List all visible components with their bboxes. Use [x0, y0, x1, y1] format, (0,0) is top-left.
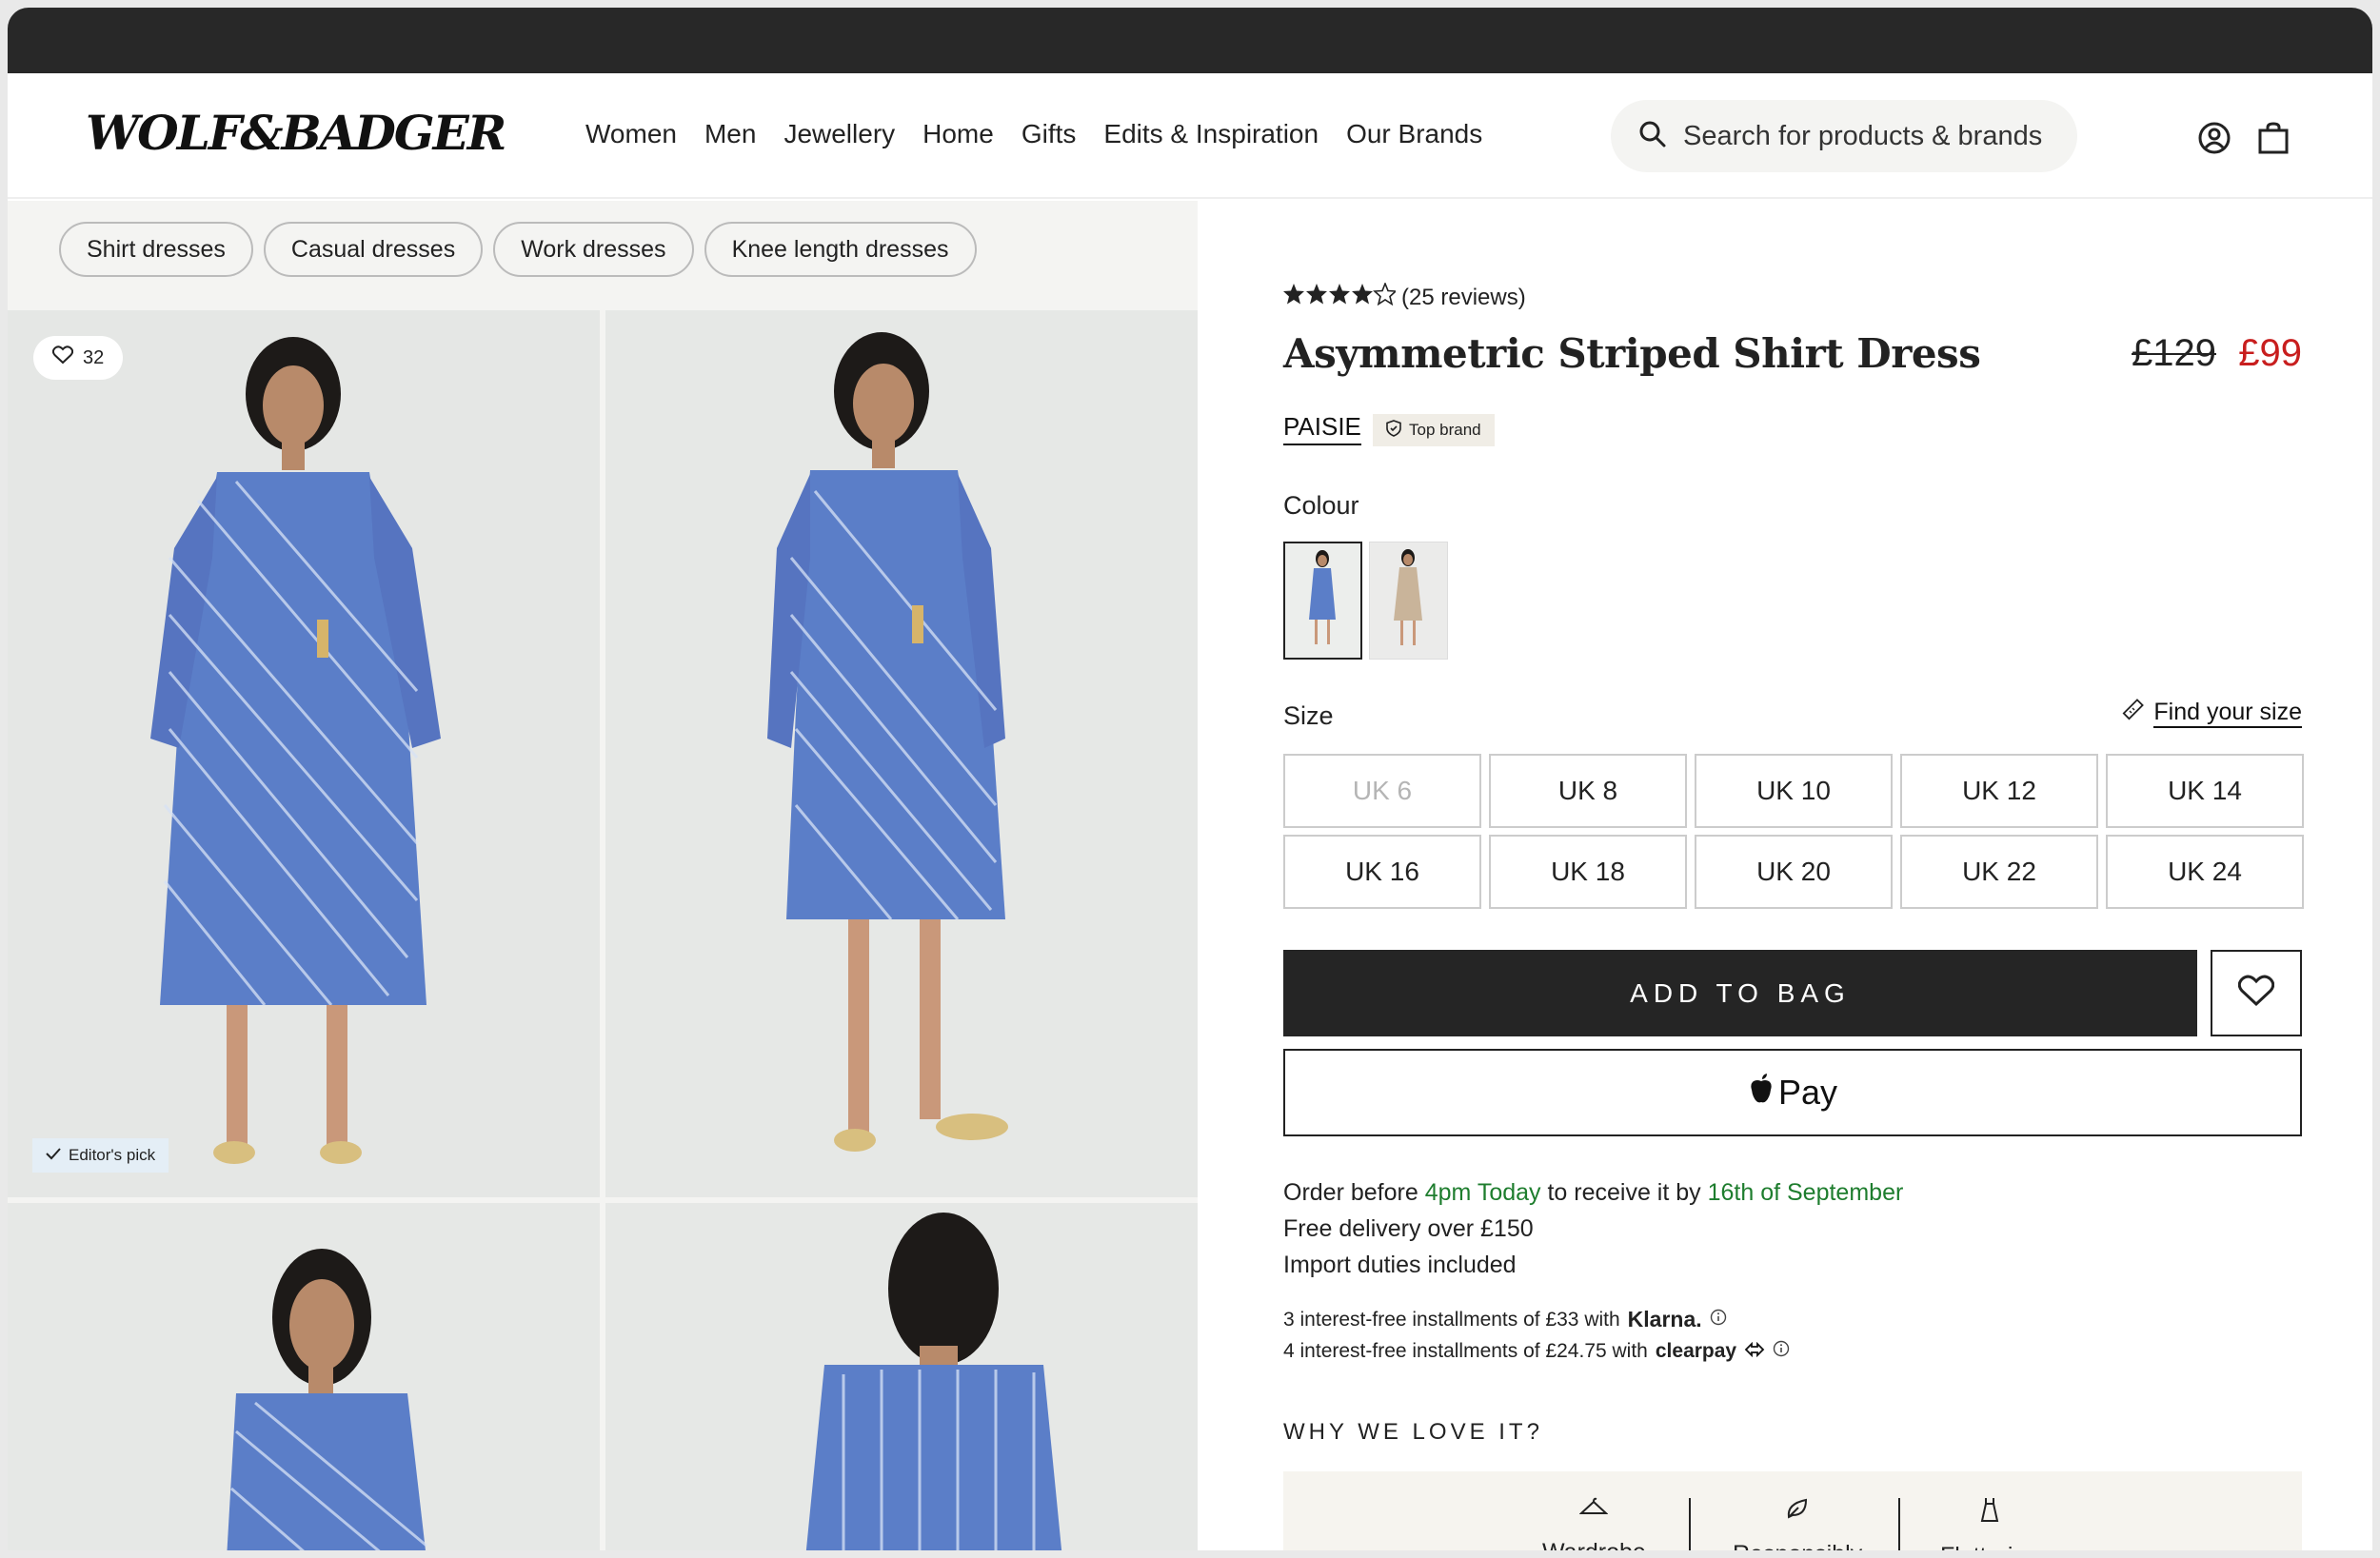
- size-uk-12[interactable]: UK 12: [1900, 754, 2098, 828]
- apple-logo-icon: [1748, 1073, 1775, 1114]
- nav-jewellery[interactable]: Jewellery: [783, 119, 895, 149]
- chip-casual-dresses[interactable]: Casual dresses: [263, 222, 484, 277]
- main-nav: Women Men Jewellery Home Gifts Edits & I…: [585, 119, 1482, 149]
- category-chips: Shirt dresses Casual dresses Work dresse…: [59, 222, 977, 277]
- nav-edits-inspiration[interactable]: Edits & Inspiration: [1103, 119, 1319, 149]
- clearpay-logo: clearpay: [1655, 1340, 1737, 1362]
- clearpay-text: 4 interest-free installments of £24.75 w…: [1283, 1340, 1648, 1362]
- check-icon: [46, 1146, 61, 1165]
- reviews-count[interactable]: (25 reviews): [1401, 285, 1526, 311]
- site-logo[interactable]: WOLF&BADGER: [86, 109, 506, 157]
- nav-women[interactable]: Women: [585, 119, 677, 149]
- editors-pick-label: Editor's pick: [69, 1146, 156, 1164]
- size-uk-24[interactable]: UK 24: [2106, 835, 2304, 909]
- size-uk-20[interactable]: UK 20: [1695, 835, 1893, 909]
- size-label: Size: [1283, 701, 1334, 730]
- import-duties-note: Import duties included: [1283, 1252, 1517, 1278]
- heart-icon: [2237, 975, 2275, 1012]
- product-image-4[interactable]: [605, 1203, 1198, 1550]
- chip-shirt-dresses[interactable]: Shirt dresses: [59, 222, 253, 277]
- size-uk-6[interactable]: UK 6: [1283, 754, 1481, 828]
- find-your-size-label: Find your size: [2153, 699, 2302, 728]
- feature-divider: [1898, 1498, 1900, 1550]
- size-uk-16[interactable]: UK 16: [1283, 835, 1481, 909]
- wishlist-button[interactable]: [2211, 950, 2302, 1036]
- product-image-1[interactable]: 32 Editor's pick: [8, 310, 600, 1197]
- apple-pay-label: Pay: [1777, 1073, 1838, 1112]
- why-we-love-it-panel: Wardrobe Responsibly Flattering: [1283, 1471, 2302, 1550]
- feature-wardrobe: Wardrobe: [1542, 1496, 1646, 1550]
- feature-flattering-label: Flattering: [1940, 1543, 2039, 1550]
- browser-top-bar: [8, 8, 2372, 73]
- product-rating[interactable]: (25 reviews): [1283, 281, 1526, 312]
- favourite-badge[interactable]: 32: [33, 336, 124, 380]
- rating-stars-icon: [1283, 281, 1398, 312]
- delivery-text-b: to receive it by: [1540, 1179, 1708, 1206]
- search-icon: [1637, 119, 1668, 154]
- info-icon[interactable]: [1773, 1340, 1790, 1363]
- brand-link[interactable]: PAISIE: [1283, 412, 1361, 445]
- leaf-icon: [1785, 1496, 1810, 1528]
- product-image-2[interactable]: [605, 310, 1198, 1197]
- account-icon[interactable]: [2197, 121, 2231, 160]
- heart-icon: [51, 345, 74, 370]
- feature-responsibly: Responsibly: [1733, 1496, 1862, 1550]
- site-header: WOLF&BADGER Women Men Jewellery Home Gif…: [8, 73, 2372, 199]
- browser-frame: WOLF&BADGER Women Men Jewellery Home Gif…: [8, 8, 2372, 1550]
- delivery-time: 4pm Today: [1424, 1179, 1541, 1206]
- nav-gifts[interactable]: Gifts: [1021, 119, 1077, 149]
- colour-label: Colour: [1283, 491, 1359, 520]
- apple-pay-button[interactable]: Pay: [1283, 1049, 2302, 1136]
- original-price: £129: [2132, 332, 2216, 374]
- product-title: Asymmetric Striped Shirt Dress: [1283, 330, 1981, 377]
- nav-men[interactable]: Men: [704, 119, 756, 149]
- colour-swatch-beige[interactable]: [1369, 542, 1448, 660]
- size-uk-10[interactable]: UK 10: [1695, 754, 1893, 828]
- clearpay-installments: 4 interest-free installments of £24.75 w…: [1283, 1340, 1790, 1363]
- feature-wardrobe-label: Wardrobe: [1542, 1539, 1646, 1550]
- free-delivery-note: Free delivery over £150: [1283, 1215, 1534, 1242]
- klarna-installments: 3 interest-free installments of £33 with…: [1283, 1307, 1727, 1332]
- nav-our-brands[interactable]: Our Brands: [1346, 119, 1482, 149]
- sale-price: £99: [2238, 332, 2302, 374]
- shield-icon: [1386, 419, 1401, 442]
- hanger-icon: [1578, 1496, 1609, 1526]
- delivery-info: Order before 4pm Today to receive it by …: [1283, 1174, 1903, 1283]
- colour-swatch-blue[interactable]: [1283, 542, 1362, 660]
- feature-responsibly-label: Responsibly: [1733, 1541, 1862, 1550]
- search-input[interactable]: [1683, 120, 2064, 152]
- chip-work-dresses[interactable]: Work dresses: [493, 222, 694, 277]
- size-uk-14[interactable]: UK 14: [2106, 754, 2304, 828]
- shopping-bag-icon[interactable]: [2256, 121, 2291, 160]
- klarna-logo: Klarna.: [1627, 1307, 1702, 1331]
- feature-divider: [1689, 1498, 1691, 1550]
- editors-pick-badge: Editor's pick: [32, 1138, 169, 1173]
- clearpay-arrows-icon: [1744, 1340, 1765, 1363]
- find-your-size-link[interactable]: Find your size: [2121, 699, 2302, 728]
- nav-home[interactable]: Home: [922, 119, 994, 149]
- top-brand-badge: Top brand: [1373, 414, 1495, 446]
- size-uk-8[interactable]: UK 8: [1489, 754, 1687, 828]
- chip-knee-length-dresses[interactable]: Knee length dresses: [704, 222, 977, 277]
- product-image-3[interactable]: [8, 1203, 600, 1550]
- size-uk-18[interactable]: UK 18: [1489, 835, 1687, 909]
- dress-icon: [1978, 1496, 2001, 1529]
- info-icon[interactable]: [1710, 1309, 1727, 1331]
- feature-flattering: Flattering: [1940, 1496, 2039, 1550]
- ruler-icon: [2121, 699, 2145, 728]
- add-to-bag-button[interactable]: ADD TO BAG: [1283, 950, 2197, 1036]
- size-grid: UK 6 UK 8 UK 10 UK 12 UK 14 UK 16 UK 18 …: [1283, 754, 2304, 909]
- favourite-count: 32: [83, 346, 105, 368]
- delivery-cutoff: Order before 4pm Today to receive it by …: [1283, 1174, 1903, 1211]
- size-uk-22[interactable]: UK 22: [1900, 835, 2098, 909]
- why-we-love-it-heading: WHY WE LOVE IT?: [1283, 1419, 1543, 1445]
- delivery-text-a: Order before: [1283, 1179, 1425, 1206]
- delivery-date: 16th of September: [1707, 1179, 1904, 1206]
- top-brand-label: Top brand: [1409, 421, 1481, 439]
- klarna-text: 3 interest-free installments of £33 with: [1283, 1308, 1620, 1331]
- search-bar[interactable]: [1611, 100, 2077, 172]
